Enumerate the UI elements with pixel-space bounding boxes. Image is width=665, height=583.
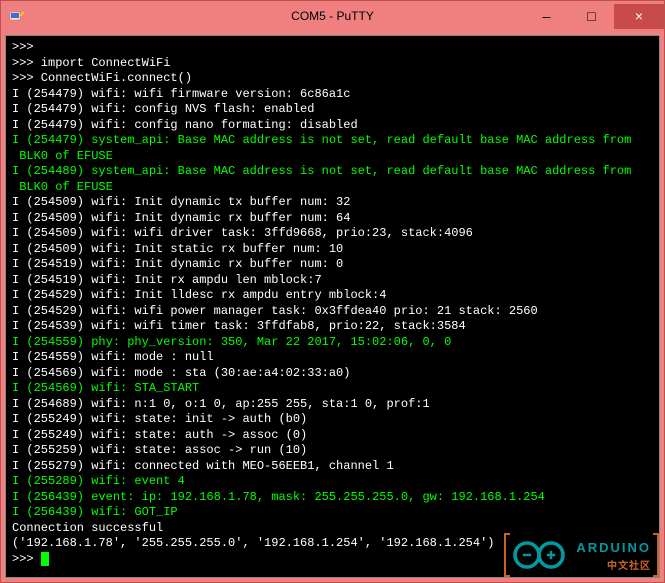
window-title: COM5 - PuTTY — [291, 9, 374, 23]
minimize-button[interactable]: – — [524, 4, 569, 29]
terminal-output[interactable]: >>>>>> import ConnectWiFi>>> ConnectWiFi… — [5, 35, 660, 578]
maximize-button[interactable]: □ — [569, 4, 614, 29]
titlebar[interactable]: COM5 - PuTTY – □ × — [1, 1, 664, 31]
terminal-cursor — [41, 552, 49, 566]
putty-window: COM5 - PuTTY – □ × >>>>>> import Connect… — [0, 0, 665, 583]
close-button[interactable]: × — [614, 4, 664, 29]
window-controls: – □ × — [524, 4, 664, 29]
putty-icon — [9, 8, 25, 24]
